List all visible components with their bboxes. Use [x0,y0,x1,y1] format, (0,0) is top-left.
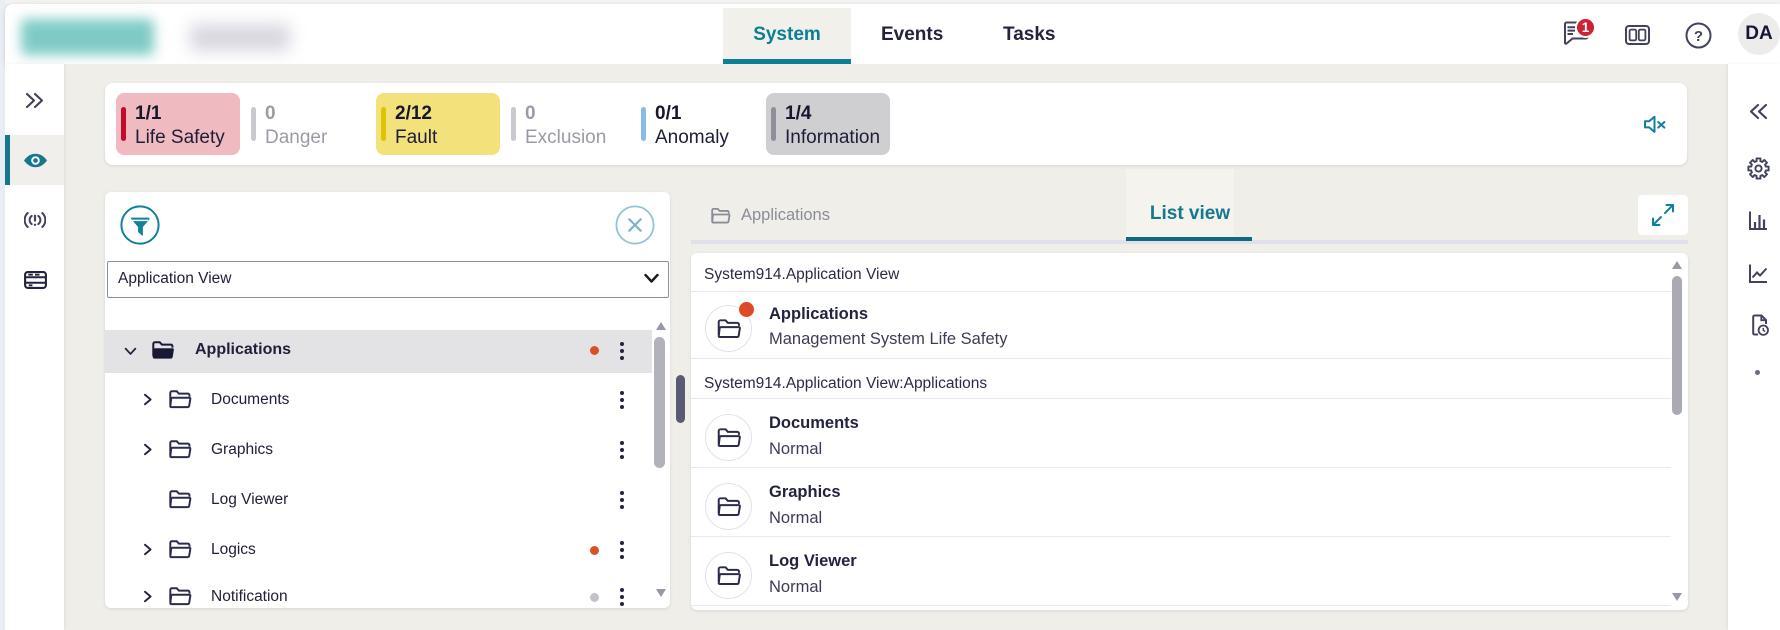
svg-text:?: ? [1694,28,1703,45]
